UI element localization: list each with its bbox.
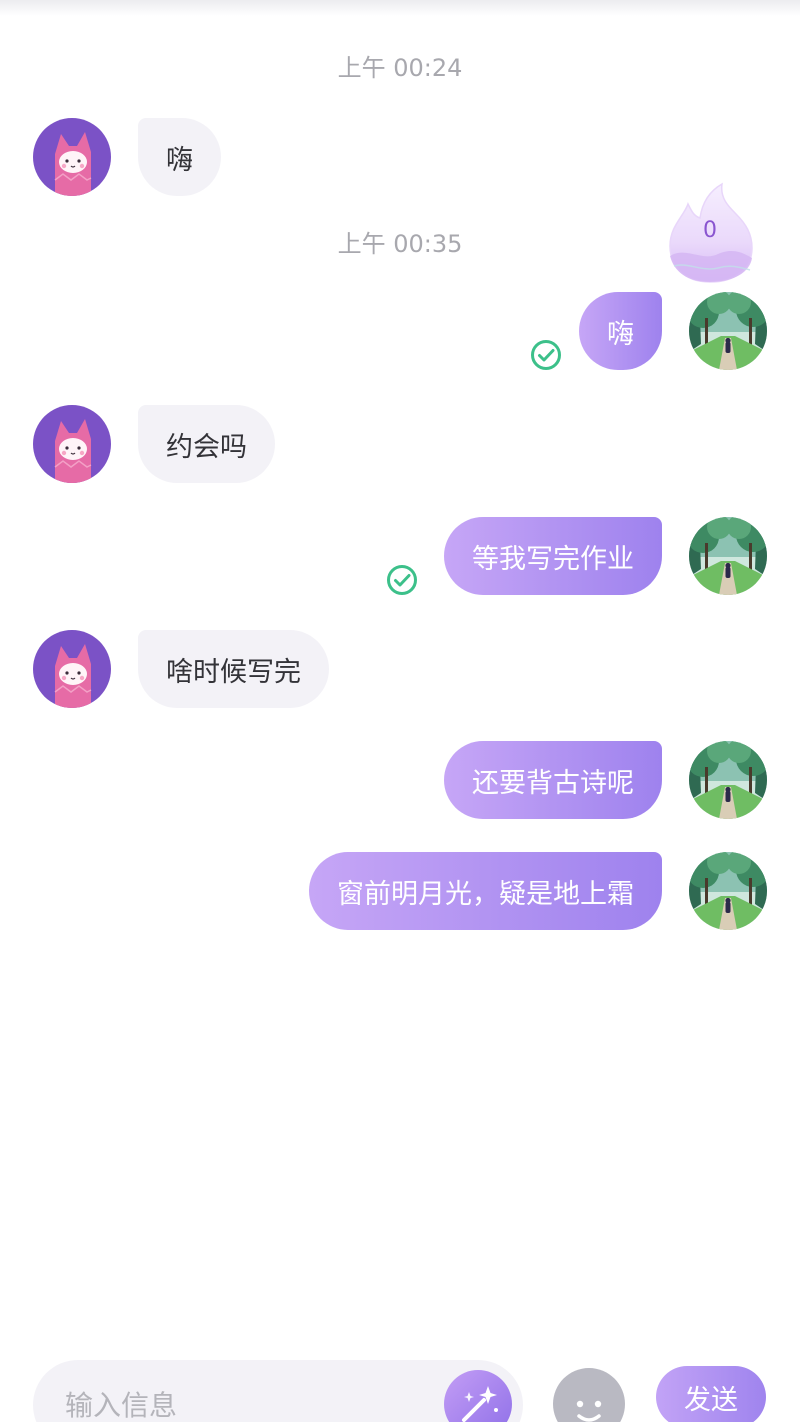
chat-screen: 上午 00:24 嗨 0 上午 00:35 嗨 约会吗 等我写完作业 啥时候写完… [0, 0, 800, 1422]
message-row-outgoing: 等我写完作业 [0, 517, 800, 597]
top-divider [0, 0, 800, 16]
message-bubble[interactable]: 窗前明月光，疑是地上霜 [309, 852, 662, 930]
message-row-incoming: 约会吗 [0, 405, 800, 485]
contact-avatar[interactable] [33, 405, 111, 483]
message-bubble[interactable]: 还要背古诗呢 [444, 741, 662, 819]
my-avatar[interactable] [689, 741, 767, 819]
message-bubble[interactable]: 等我写完作业 [444, 517, 662, 595]
message-bubble[interactable]: 啥时候写完 [138, 630, 329, 708]
read-check-icon [531, 340, 561, 370]
timestamp: 上午 00:24 [337, 54, 463, 82]
my-avatar[interactable] [689, 852, 767, 930]
contact-avatar[interactable] [33, 630, 111, 708]
message-row-outgoing: 还要背古诗呢 [0, 741, 800, 821]
message-row-outgoing: 窗前明月光，疑是地上霜 [0, 852, 800, 932]
contact-avatar[interactable] [33, 118, 111, 196]
message-input[interactable] [63, 1384, 447, 1422]
emoji-icon[interactable] [553, 1368, 625, 1422]
message-bubble[interactable]: 嗨 [138, 118, 221, 196]
message-row-outgoing: 嗨 [0, 292, 800, 372]
message-row-incoming: 啥时候写完 [0, 630, 800, 710]
my-avatar[interactable] [689, 292, 767, 370]
read-check-icon [387, 565, 417, 595]
my-avatar[interactable] [689, 517, 767, 595]
message-bubble[interactable]: 嗨 [579, 292, 662, 370]
send-button[interactable]: 发送 [656, 1366, 766, 1422]
message-bubble[interactable]: 约会吗 [138, 405, 275, 483]
timestamp: 上午 00:35 [337, 230, 463, 258]
